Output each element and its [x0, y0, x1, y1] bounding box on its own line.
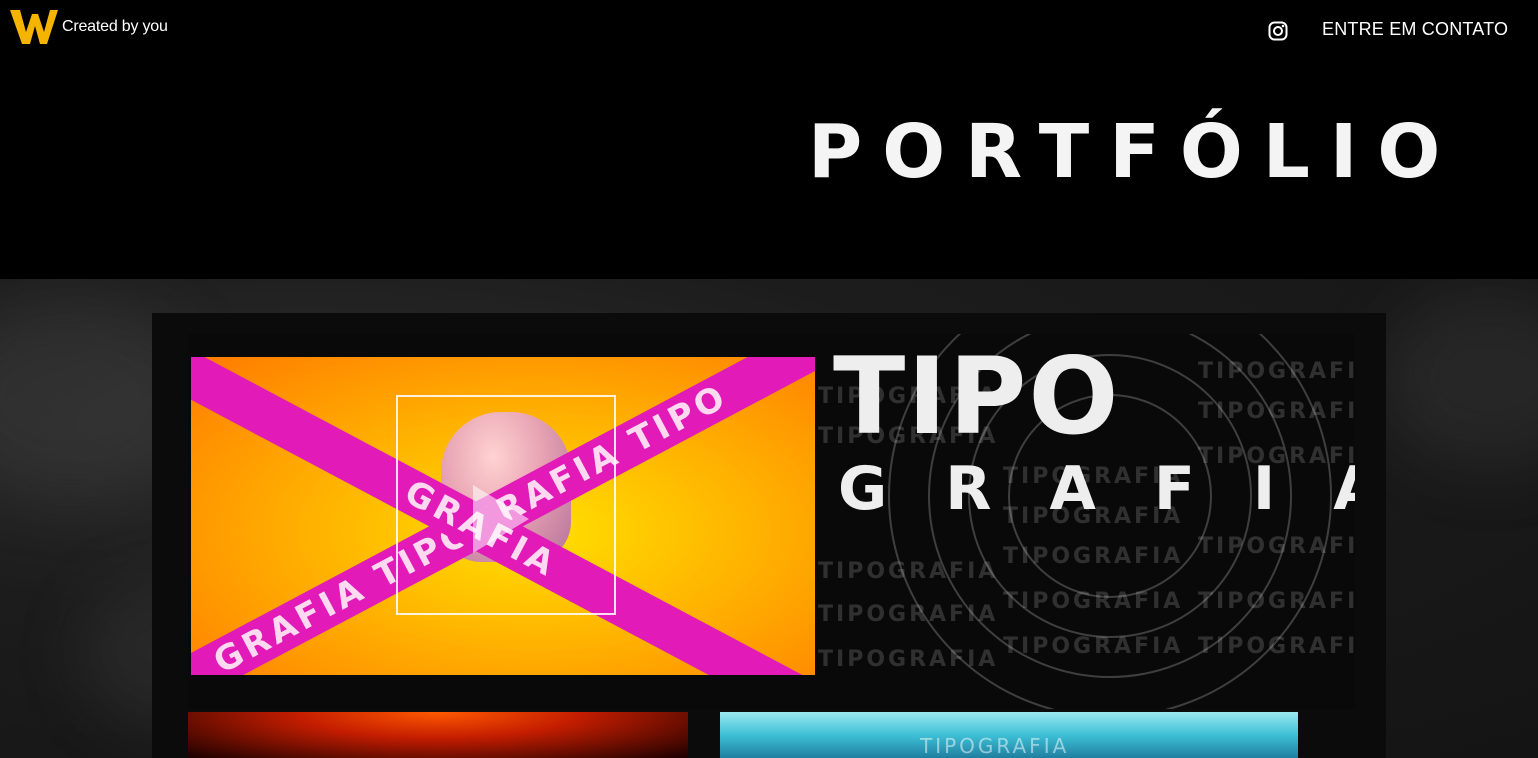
ghost-word: TIPOGRAFIA: [818, 559, 999, 584]
ghost-word: TIPOGRAFIA: [818, 647, 999, 672]
ghost-word: TIPOGRAFIA: [1198, 359, 1355, 384]
logo-w-icon[interactable]: [10, 8, 58, 46]
brand-text[interactable]: Created by you: [62, 18, 168, 36]
project-title-line-1: TIPO: [833, 335, 1121, 458]
project-title-line-2: GRAFIA: [838, 454, 1355, 524]
ghost-word: TIPOGRAFIA: [1198, 534, 1355, 559]
video-thumbnail[interactable]: GRAFIA TIPOGRAFIA TIPO GRAFIA: [191, 357, 815, 675]
ghost-word: TIPOGRAFIA: [1003, 634, 1184, 659]
instagram-icon[interactable]: [1268, 21, 1288, 41]
contact-link[interactable]: ENTRE EM CONTATO: [1322, 19, 1508, 40]
ghost-word: TIPOGRAFIA: [1198, 399, 1355, 424]
featured-project-card[interactable]: TIPOGRAFIA TIPOGRAFIA TIPOGRAFIA TIPOGRA…: [188, 334, 1355, 709]
ghost-word: TIPOGRAFIA: [818, 602, 999, 627]
play-icon[interactable]: [473, 485, 529, 553]
ghost-word: TIPOGRAFIA: [1198, 634, 1355, 659]
ghost-word: TIPOGRAFIA: [1198, 589, 1355, 614]
smoke-decoration: [1380, 289, 1538, 469]
thumbnail-text: TIPOGRAFIA: [920, 734, 1070, 758]
project-thumbnail-3[interactable]: TIPOGRAFIA: [720, 712, 1298, 758]
project-thumbnail-2[interactable]: [188, 712, 688, 758]
top-bar: Created by you ENTRE EM CONTATO: [0, 0, 1538, 60]
page-title: PORTFÓLIO: [808, 109, 1461, 195]
ghost-word: TIPOGRAFIA: [1003, 589, 1184, 614]
ghost-word: TIPOGRAFIA: [1003, 544, 1184, 569]
